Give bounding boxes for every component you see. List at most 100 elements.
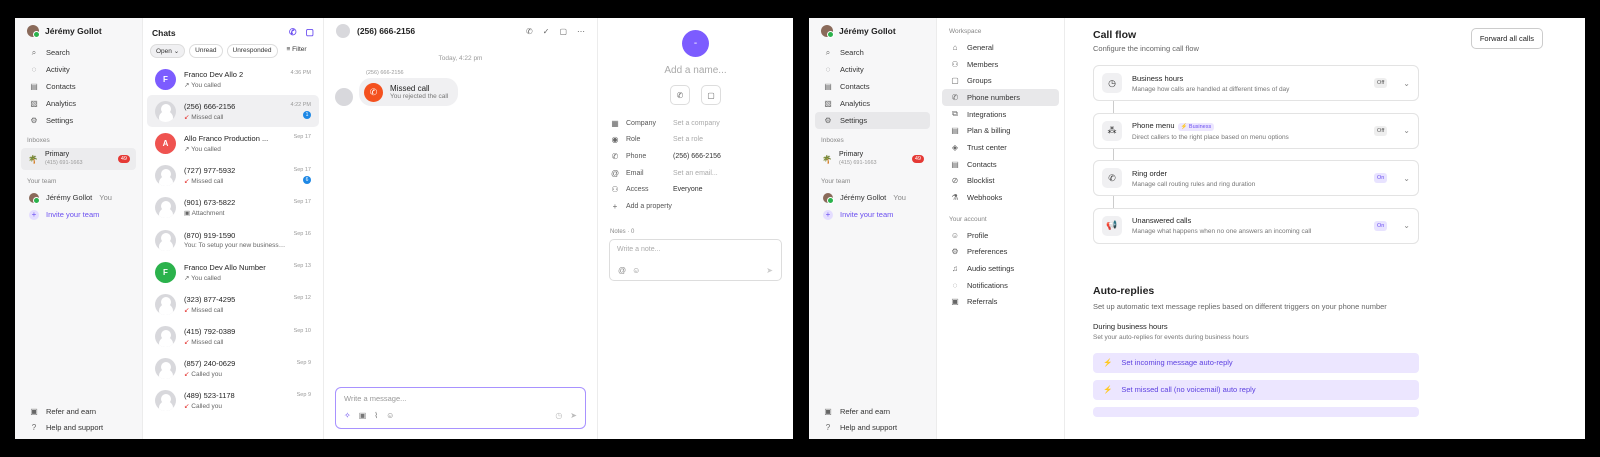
invite-team-button[interactable]: + Invite your team: [815, 206, 930, 223]
chevron-down-icon[interactable]: ⌄: [1403, 221, 1410, 230]
callflow-card-unanswered-calls[interactable]: 📢 Unanswered calls Manage what happens whe…: [1093, 207, 1419, 244]
settings-profile[interactable]: ☺ Profile: [942, 227, 1059, 244]
message-composer[interactable]: Write a message... ✧ ▣ ⌇ ☺ ◷ ➤: [335, 387, 586, 429]
trust-center-icon: ◈: [951, 142, 959, 152]
property-label: Company: [626, 119, 656, 127]
add-property-button[interactable]: + Add a property: [610, 198, 781, 215]
add-property-label: Add a property: [626, 202, 672, 210]
inbox-primary[interactable]: 🌴 Primary (415) 691-1663 49: [815, 148, 930, 170]
call-button[interactable]: ✆: [670, 85, 690, 105]
card-title-text: Ring order: [1132, 168, 1168, 178]
refer-earn-link[interactable]: ▣ Refer and earn: [815, 403, 931, 419]
nav-analytics[interactable]: ▧ Analytics: [21, 95, 136, 112]
check-icon[interactable]: ✓: [543, 27, 550, 36]
filter-unresponded[interactable]: Unresponded: [226, 44, 278, 58]
call-icon[interactable]: ✆: [289, 27, 297, 38]
chat-row[interactable]: (870) 919-1590 You: To setup your new bus…: [147, 224, 319, 256]
more-icon[interactable]: ⋯: [577, 27, 585, 36]
card-title-text: Unanswered calls: [1132, 216, 1192, 225]
settings-members[interactable]: ⚇ Members: [942, 56, 1059, 73]
chat-meta: Sep 17: [294, 199, 311, 205]
autoreply-button[interactable]: ⚡ Set incoming message auto-reply: [1093, 352, 1419, 373]
chevron-down-icon[interactable]: ⌄: [1403, 174, 1410, 183]
contact-property[interactable]: ◉ Role Set a role: [610, 132, 781, 149]
chat-row[interactable]: (489) 523-1178 ↙ Called you Sep 9: [147, 385, 319, 417]
settings-blocklist[interactable]: ⊘ Blocklist: [942, 173, 1059, 190]
help-link[interactable]: ? Help and support: [21, 419, 137, 435]
contact-property[interactable]: ▦ Company Set a company: [610, 115, 781, 132]
inbox-primary[interactable]: 🌴 Primary (415) 691-1663 49: [21, 148, 136, 170]
message-button[interactable]: ▢: [701, 85, 721, 105]
nav-settings[interactable]: ⚙ Settings: [21, 112, 136, 129]
settings-audio-settings[interactable]: ♫ Audio settings: [942, 260, 1059, 277]
chat-row[interactable]: (323) 877-4295 ↙ Missed call Sep 12: [147, 288, 319, 320]
nav-settings[interactable]: ⚙ Settings: [815, 112, 930, 129]
snippet-icon[interactable]: ▣: [359, 411, 367, 420]
chat-row[interactable]: F Franco Dev Allo 2 ↗ You called 4:36 PM: [147, 63, 319, 95]
schedule-icon[interactable]: ◷: [555, 411, 562, 420]
send-icon[interactable]: ➤: [766, 266, 773, 275]
mention-icon[interactable]: @: [618, 266, 626, 275]
note-input[interactable]: Write a note... @ ☺ ➤: [609, 238, 782, 281]
attach-icon[interactable]: ⌇: [374, 411, 378, 420]
emoji-icon[interactable]: ☺: [632, 266, 640, 275]
chat-row[interactable]: (415) 792-0389 ↙ Missed call Sep 10: [147, 321, 319, 353]
chat-row[interactable]: (727) 977-5932 ↙ Missed call Sep 17 6: [147, 160, 319, 192]
refer-earn-link[interactable]: ▣ Refer and earn: [21, 403, 137, 419]
filter-button[interactable]: ≡ Filter: [281, 44, 312, 58]
callflow-card-business-hours[interactable]: ◷ Business hours Manage how calls are hand…: [1093, 65, 1419, 101]
callflow-card-phone-menu[interactable]: ⁂ Phone menu ⚡ Business Direct callers to t…: [1093, 112, 1419, 149]
contact-property[interactable]: @ Email Set an email...: [610, 165, 781, 182]
forward-all-calls-button[interactable]: Forward all calls: [1470, 28, 1543, 49]
chat-row[interactable]: (901) 673-5822 ▣ Attachment Sep 17: [147, 192, 319, 224]
chevron-down-icon[interactable]: ⌄: [1403, 126, 1410, 135]
edit-icon[interactable]: ▢: [559, 27, 567, 36]
settings-referrals[interactable]: ▣ Referrals: [942, 294, 1059, 311]
settings-webhooks[interactable]: ⚗ Webhooks: [942, 189, 1059, 206]
filter-unread[interactable]: Unread: [189, 44, 223, 58]
contact-property[interactable]: ✆ Phone (256) 666-2156: [610, 148, 781, 165]
settings-trust-center[interactable]: ◈ Trust center: [942, 139, 1059, 156]
chat-row[interactable]: (857) 240-0629 ↙ Called you Sep 9: [147, 353, 319, 385]
settings-contacts[interactable]: ▤ Contacts: [942, 156, 1059, 173]
send-icon[interactable]: ➤: [570, 411, 577, 420]
autoreply-button[interactable]: ⚡ Set missed call (no voicemail) auto rep…: [1093, 379, 1419, 400]
direction-icon: ↙: [184, 371, 190, 379]
chat-row[interactable]: A Allo Franco Production ... ↗ You called S…: [147, 127, 319, 159]
team-member[interactable]: Jérémy Gollot You: [815, 189, 930, 206]
nav-activity[interactable]: ◌ Activity: [21, 61, 136, 78]
nav-search[interactable]: ⌕ Search: [815, 44, 930, 61]
settings-notifications[interactable]: ◌ Notifications: [942, 277, 1059, 294]
callflow-card-ring-order[interactable]: ✆ Ring order Manage call routing rules and…: [1093, 160, 1419, 196]
user-menu[interactable]: Jérémy Gollot: [809, 18, 936, 44]
settings-groups[interactable]: ▢ Groups: [942, 72, 1059, 89]
chat-row[interactable]: (256) 666-2156 ↙ Missed call 4:22 PM 1: [147, 95, 319, 128]
user-menu[interactable]: Jérémy Gollot: [15, 18, 142, 44]
settings-preferences[interactable]: ⚙ Preferences: [942, 244, 1059, 261]
contact-name-input[interactable]: Add a name...: [598, 65, 793, 76]
nav-activity[interactable]: ◌ Activity: [815, 61, 930, 78]
settings-plan-billing[interactable]: ▤ Plan & billing: [942, 122, 1059, 139]
nav-search[interactable]: ⌕ Search: [21, 44, 136, 61]
settings-general[interactable]: ⌂ General: [942, 39, 1059, 56]
autoreply-button[interactable]: [1093, 406, 1419, 417]
emoji-icon[interactable]: ☺: [386, 411, 394, 420]
chat-row[interactable]: F Franco Dev Allo Number ↗ You called Sep 1…: [147, 256, 319, 288]
nav-contacts[interactable]: ▤ Contacts: [21, 78, 136, 95]
contacts-icon: ▤: [951, 159, 959, 169]
compose-icon[interactable]: ▢: [305, 27, 314, 38]
chevron-down-icon[interactable]: ⌄: [1403, 79, 1410, 88]
settings-integrations[interactable]: ⧉ Integrations: [942, 106, 1059, 123]
filter-open[interactable]: Open ⌄: [150, 44, 186, 58]
nav-analytics[interactable]: ▧ Analytics: [815, 95, 930, 112]
contact-property[interactable]: ⚇ Access Everyone: [610, 181, 781, 198]
help-link[interactable]: ? Help and support: [815, 419, 931, 435]
team-member[interactable]: Jérémy Gollot You: [21, 189, 136, 206]
settings-phone-numbers[interactable]: ✆ Phone numbers: [942, 89, 1059, 106]
call-icon[interactable]: ✆: [526, 27, 533, 36]
invite-team-button[interactable]: + Invite your team: [21, 206, 136, 223]
nav-contacts[interactable]: ▤ Contacts: [815, 78, 930, 95]
chat-name: Allo Franco Production ...: [184, 133, 269, 143]
missed-call-message[interactable]: ✆ Missed call You rejected the call: [359, 78, 459, 106]
sparkle-icon[interactable]: ✧: [344, 411, 351, 420]
